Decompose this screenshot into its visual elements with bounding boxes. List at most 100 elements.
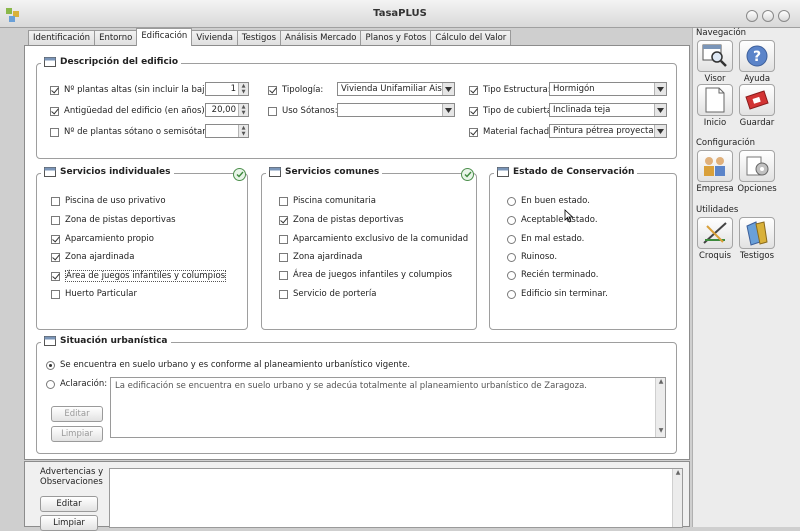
stepper-arrows-icon[interactable]: ▲ ▼ xyxy=(238,83,248,95)
tipologia-checkbox[interactable] xyxy=(268,85,277,95)
situacion-editar-button[interactable]: Editar xyxy=(51,406,103,422)
radio-button[interactable] xyxy=(507,270,516,280)
radio-option[interactable]: Ruinoso. xyxy=(507,252,557,262)
tab-analisis-mercado[interactable]: Análisis Mercado xyxy=(280,30,362,46)
radio-button[interactable] xyxy=(46,360,55,370)
testigos-button[interactable]: Testigos xyxy=(737,217,777,261)
situacion-limpiar-button[interactable]: Limpiar xyxy=(51,426,103,442)
material-fachada-select[interactable]: Pintura pétrea proyectada xyxy=(549,124,667,138)
tab-entorno[interactable]: Entorno xyxy=(94,30,138,46)
plantas-sotano-stepper[interactable]: ▲ ▼ xyxy=(205,124,249,138)
tipologia-select[interactable]: Vivienda Unifamiliar Aislada xyxy=(337,82,455,96)
chevron-down-icon[interactable] xyxy=(442,83,454,95)
servicios-individuales-title: Servicios individuales xyxy=(41,167,174,177)
visor-button[interactable]: Visor xyxy=(695,40,735,84)
document-icon xyxy=(705,87,725,113)
window-icon xyxy=(269,167,281,177)
radio-button[interactable] xyxy=(46,379,55,389)
croquis-button[interactable]: Croquis xyxy=(695,217,735,261)
checkbox[interactable] xyxy=(51,252,60,262)
tab-calculo-valor[interactable]: Cálculo del Valor xyxy=(430,30,512,46)
ayuda-button[interactable]: ? Ayuda xyxy=(737,40,777,84)
radio-option[interactable]: Edificio sin terminar. xyxy=(507,289,608,299)
list-item[interactable]: Servicio de portería xyxy=(279,289,377,299)
radio-option[interactable]: En buen estado. xyxy=(507,196,590,206)
list-item[interactable]: Piscina de uso privativo xyxy=(51,196,166,206)
scrollbar[interactable]: ▲ ▼ xyxy=(655,378,665,437)
aclaracion-textarea[interactable]: La edificación se encuentra en suelo urb… xyxy=(110,377,666,438)
radio-button[interactable] xyxy=(507,252,516,262)
tab-identificacion[interactable]: Identificación xyxy=(28,30,96,46)
checkbox[interactable] xyxy=(51,196,60,206)
scrollbar[interactable]: ▲ xyxy=(672,469,682,527)
radio-button[interactable] xyxy=(507,196,516,206)
checkbox[interactable] xyxy=(51,271,60,281)
list-item[interactable]: Zona ajardinada xyxy=(51,252,134,262)
advertencias-textarea[interactable]: ▲ xyxy=(109,468,683,528)
checkbox[interactable] xyxy=(51,215,60,225)
checkbox[interactable] xyxy=(51,289,60,299)
list-item[interactable]: Área de juegos infantiles y columpios xyxy=(279,270,452,280)
tipo-cubierta-checkbox[interactable] xyxy=(469,106,478,116)
list-item[interactable]: Zona ajardinada xyxy=(279,252,362,262)
tab-edificacion[interactable]: Edificación xyxy=(136,28,193,46)
radio-option[interactable]: Recién terminado. xyxy=(507,270,598,280)
conforme-radio-option[interactable]: Se encuentra en suelo urbano y es confor… xyxy=(46,360,410,370)
uso-sotanos-checkbox[interactable] xyxy=(268,106,277,116)
plantas-altas-stepper[interactable]: 1 ▲ ▼ xyxy=(205,82,249,96)
radio-button[interactable] xyxy=(507,289,516,299)
aclaracion-radio-option[interactable]: Aclaración: xyxy=(46,379,107,389)
antiguedad-checkbox[interactable] xyxy=(50,106,59,116)
close-button[interactable] xyxy=(778,10,790,22)
checkbox[interactable] xyxy=(279,196,288,206)
advertencias-editar-button[interactable]: Editar xyxy=(40,496,98,512)
guardar-button[interactable]: Guardar xyxy=(737,84,777,128)
chevron-down-icon[interactable] xyxy=(654,104,666,116)
stepper-arrows-icon[interactable]: ▲ ▼ xyxy=(238,125,248,137)
list-item[interactable]: Huerto Particular xyxy=(51,289,137,299)
chevron-down-icon[interactable] xyxy=(654,83,666,95)
radio-button[interactable] xyxy=(507,234,516,244)
tipo-estructura-select[interactable]: Hormigón xyxy=(549,82,667,96)
check-circle-icon[interactable] xyxy=(233,168,246,181)
stepper-arrows-icon[interactable]: ▲ ▼ xyxy=(238,104,248,116)
advertencias-limpiar-button[interactable]: Limpiar xyxy=(40,515,98,531)
tipo-estructura-checkbox[interactable] xyxy=(469,85,478,95)
inicio-button[interactable]: Inicio xyxy=(695,84,735,128)
scroll-down-icon[interactable]: ▼ xyxy=(656,427,666,437)
checkbox[interactable] xyxy=(279,234,288,244)
plantas-sotano-checkbox[interactable] xyxy=(50,127,59,137)
chevron-down-icon[interactable] xyxy=(654,125,666,137)
list-item[interactable]: Piscina comunitaria xyxy=(279,196,376,206)
maximize-button[interactable] xyxy=(762,10,774,22)
radio-button[interactable] xyxy=(507,215,516,225)
list-item[interactable]: Área de juegos infantiles y columpios xyxy=(51,270,227,282)
checkbox[interactable] xyxy=(279,215,288,225)
uso-sotanos-select[interactable] xyxy=(337,103,455,117)
chevron-down-icon[interactable] xyxy=(442,104,454,116)
list-item[interactable]: Aparcamiento exclusivo de la comunidad xyxy=(279,234,468,244)
opciones-button[interactable]: Opciones xyxy=(737,150,777,194)
list-item[interactable]: Zona de pistas deportivas xyxy=(51,215,176,225)
tab-testigos[interactable]: Testigos xyxy=(236,30,282,46)
tipo-cubierta-select[interactable]: Inclinada teja xyxy=(549,103,667,117)
checkbox[interactable] xyxy=(279,289,288,299)
checkbox[interactable] xyxy=(279,270,288,280)
check-circle-icon[interactable] xyxy=(461,168,474,181)
minimize-button[interactable] xyxy=(746,10,758,22)
list-item[interactable]: Aparcamiento propio xyxy=(51,234,154,244)
list-item[interactable]: Zona de pistas deportivas xyxy=(279,215,404,225)
empresa-button[interactable]: Empresa xyxy=(695,150,735,194)
checkbox[interactable] xyxy=(279,252,288,262)
tab-vivienda[interactable]: Vivienda xyxy=(191,30,238,46)
plantas-altas-checkbox[interactable] xyxy=(50,85,59,95)
antiguedad-stepper[interactable]: 20,00 ▲ ▼ xyxy=(205,103,249,117)
checkbox[interactable] xyxy=(51,234,60,244)
material-fachada-checkbox[interactable] xyxy=(469,127,478,137)
tab-planos-fotos[interactable]: Planos y Fotos xyxy=(360,30,432,46)
scroll-up-icon[interactable]: ▲ xyxy=(673,469,683,479)
radio-option[interactable]: Aceptable estado. xyxy=(507,215,598,225)
radio-option[interactable]: En mal estado. xyxy=(507,234,584,244)
tipo-cubierta-row: Tipo de cubierta: xyxy=(469,106,555,116)
scroll-up-icon[interactable]: ▲ xyxy=(656,378,666,388)
